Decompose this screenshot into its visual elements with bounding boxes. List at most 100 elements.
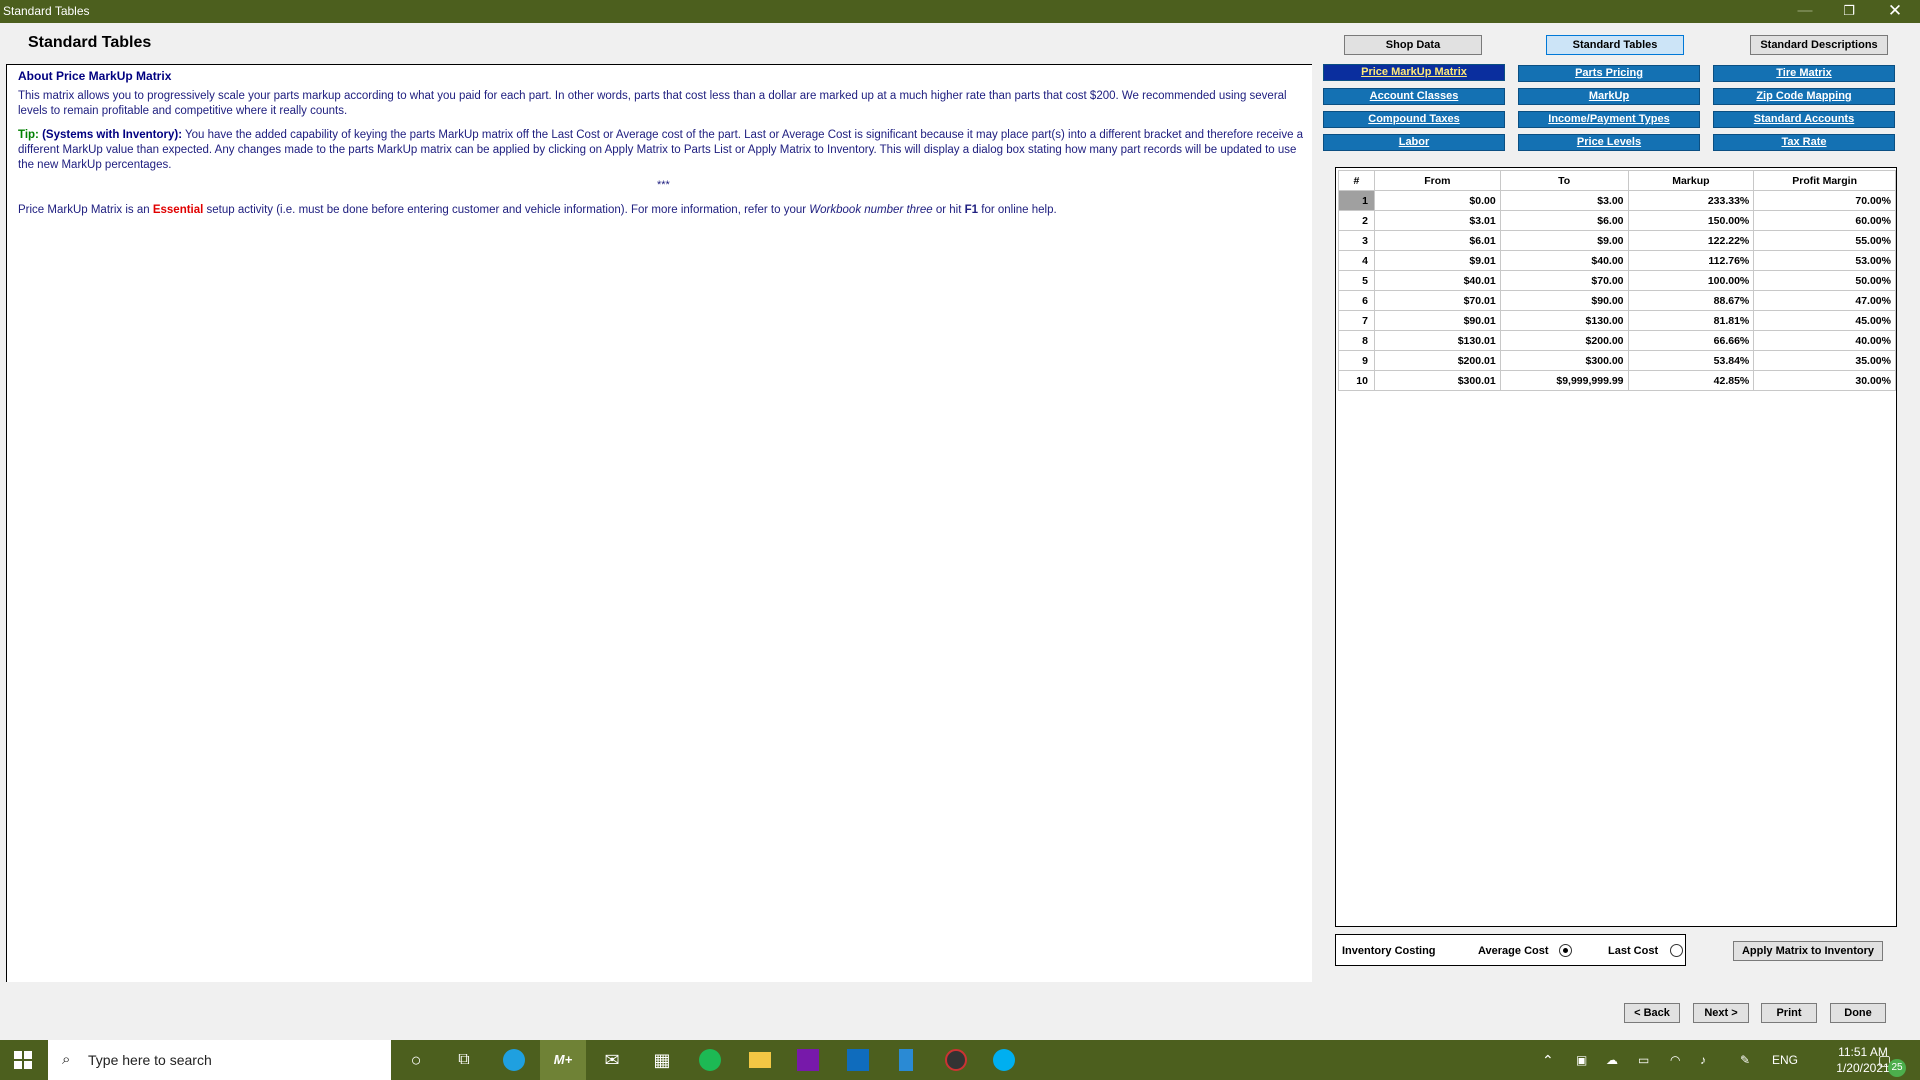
- back-button[interactable]: < Back: [1624, 1003, 1680, 1023]
- cell-markup[interactable]: 53.84%: [1627, 350, 1755, 371]
- speedometer-app-icon[interactable]: [936, 1040, 976, 1080]
- module-price-levels[interactable]: Price Levels: [1518, 134, 1700, 151]
- next-button[interactable]: Next >: [1693, 1003, 1749, 1023]
- table-row[interactable]: 3 $6.01 $9.00 122.22% 55.00%: [1338, 230, 1896, 251]
- cell-markup[interactable]: 122.22%: [1627, 230, 1755, 251]
- cell-profit-margin[interactable]: 40.00%: [1753, 330, 1896, 351]
- cell-profit-margin[interactable]: 47.00%: [1753, 290, 1896, 311]
- module-tax-rate[interactable]: Tax Rate: [1713, 134, 1895, 151]
- cell-from[interactable]: $70.01: [1373, 290, 1501, 311]
- row-number[interactable]: 4: [1338, 250, 1375, 271]
- cell-to[interactable]: $9.00: [1499, 230, 1629, 251]
- row-number[interactable]: 10: [1338, 370, 1375, 391]
- table-row[interactable]: 1 $0.00 $3.00 233.33% 70.00%: [1338, 190, 1896, 211]
- cell-from[interactable]: $3.01: [1373, 210, 1501, 231]
- minimize-button[interactable]: —: [1782, 0, 1828, 23]
- cell-markup[interactable]: 233.33%: [1627, 190, 1755, 211]
- cell-profit-margin[interactable]: 50.00%: [1753, 270, 1896, 291]
- table-row[interactable]: 5 $40.01 $70.00 100.00% 50.00%: [1338, 270, 1896, 291]
- cell-from[interactable]: $300.01: [1373, 370, 1501, 391]
- restore-button[interactable]: ❐: [1826, 0, 1872, 23]
- cell-markup[interactable]: 81.81%: [1627, 310, 1755, 331]
- mitchell-app-icon[interactable]: M+: [540, 1040, 586, 1080]
- cell-to[interactable]: $300.00: [1499, 350, 1629, 371]
- cell-profit-margin[interactable]: 30.00%: [1753, 370, 1896, 391]
- cell-from[interactable]: $6.01: [1373, 230, 1501, 251]
- onedrive-icon[interactable]: ☁: [1606, 1040, 1618, 1080]
- task-view-icon[interactable]: ⧉: [444, 1040, 484, 1080]
- cell-markup[interactable]: 150.00%: [1627, 210, 1755, 231]
- row-number[interactable]: 7: [1338, 310, 1375, 331]
- table-row[interactable]: 7 $90.01 $130.00 81.81% 45.00%: [1338, 310, 1896, 331]
- meet-now-icon[interactable]: ▣: [1576, 1040, 1587, 1080]
- module-compound-taxes[interactable]: Compound Taxes: [1323, 111, 1505, 128]
- table-row[interactable]: 2 $3.01 $6.00 150.00% 60.00%: [1338, 210, 1896, 231]
- cortana-icon[interactable]: ○: [396, 1040, 436, 1080]
- cell-to[interactable]: $6.00: [1499, 210, 1629, 231]
- table-row[interactable]: 6 $70.01 $90.00 88.67% 47.00%: [1338, 290, 1896, 311]
- cell-from[interactable]: $90.01: [1373, 310, 1501, 331]
- module-income-payment-types[interactable]: Income/Payment Types: [1518, 111, 1700, 128]
- table-row[interactable]: 9 $200.01 $300.00 53.84% 35.00%: [1338, 350, 1896, 371]
- cell-profit-margin[interactable]: 60.00%: [1753, 210, 1896, 231]
- taskbar-search-box[interactable]: ⌕ Type here to search: [48, 1040, 391, 1080]
- cell-from[interactable]: $0.00: [1373, 190, 1501, 211]
- cell-to[interactable]: $9,999,999.99: [1499, 370, 1629, 391]
- cell-to[interactable]: $40.00: [1499, 250, 1629, 271]
- volume-icon[interactable]: ♪: [1700, 1040, 1706, 1080]
- module-parts-pricing[interactable]: Parts Pricing: [1518, 65, 1700, 82]
- done-button[interactable]: Done: [1830, 1003, 1886, 1023]
- table-row[interactable]: 10 $300.01 $9,999,999.99 42.85% 30.00%: [1338, 370, 1896, 391]
- average-cost-radio[interactable]: [1559, 944, 1572, 957]
- cell-to[interactable]: $200.00: [1499, 330, 1629, 351]
- chevron-up-icon[interactable]: ⌃: [1542, 1040, 1554, 1080]
- module-price-markup-matrix[interactable]: Price MarkUp Matrix: [1323, 64, 1505, 81]
- cell-profit-margin[interactable]: 53.00%: [1753, 250, 1896, 271]
- cell-markup[interactable]: 66.66%: [1627, 330, 1755, 351]
- edge-icon[interactable]: [494, 1040, 534, 1080]
- module-standard-accounts[interactable]: Standard Accounts: [1713, 111, 1895, 128]
- cell-from[interactable]: $40.01: [1373, 270, 1501, 291]
- print-button[interactable]: Print: [1761, 1003, 1817, 1023]
- skype-icon[interactable]: [984, 1040, 1024, 1080]
- cell-to[interactable]: $90.00: [1499, 290, 1629, 311]
- mail-icon[interactable]: ✉: [592, 1040, 632, 1080]
- apply-matrix-button[interactable]: Apply Matrix to Inventory: [1733, 941, 1883, 961]
- cell-profit-margin[interactable]: 70.00%: [1753, 190, 1896, 211]
- notification-icon[interactable]: ▢: [1878, 1040, 1891, 1080]
- module-zip-code-mapping[interactable]: Zip Code Mapping: [1713, 88, 1895, 105]
- store-icon[interactable]: ▦: [642, 1040, 682, 1080]
- start-button[interactable]: [0, 1040, 46, 1080]
- row-number[interactable]: 3: [1338, 230, 1375, 251]
- cell-to[interactable]: $70.00: [1499, 270, 1629, 291]
- language-indicator[interactable]: ENG: [1772, 1040, 1798, 1080]
- outlook-icon[interactable]: [838, 1040, 878, 1080]
- cell-markup[interactable]: 112.76%: [1627, 250, 1755, 271]
- close-button[interactable]: ✕: [1872, 0, 1918, 23]
- battery-icon[interactable]: ▭: [1638, 1040, 1649, 1080]
- document-app-icon[interactable]: [886, 1040, 926, 1080]
- cell-markup[interactable]: 88.67%: [1627, 290, 1755, 311]
- pen-icon[interactable]: ✎: [1740, 1040, 1750, 1080]
- cell-markup[interactable]: 100.00%: [1627, 270, 1755, 291]
- table-row[interactable]: 4 $9.01 $40.00 112.76% 53.00%: [1338, 250, 1896, 271]
- row-number[interactable]: 8: [1338, 330, 1375, 351]
- module-labor[interactable]: Labor: [1323, 134, 1505, 151]
- cell-from[interactable]: $9.01: [1373, 250, 1501, 271]
- cell-profit-margin[interactable]: 45.00%: [1753, 310, 1896, 331]
- wifi-icon[interactable]: ◠: [1670, 1040, 1680, 1080]
- row-number[interactable]: 5: [1338, 270, 1375, 291]
- file-explorer-icon[interactable]: [740, 1040, 780, 1080]
- spotify-icon[interactable]: [690, 1040, 730, 1080]
- row-number[interactable]: 9: [1338, 350, 1375, 371]
- row-number[interactable]: 1: [1338, 190, 1375, 211]
- cell-profit-margin[interactable]: 55.00%: [1753, 230, 1896, 251]
- module-tire-matrix[interactable]: Tire Matrix: [1713, 65, 1895, 82]
- tab-standard-tables[interactable]: Standard Tables: [1546, 35, 1684, 55]
- cell-markup[interactable]: 42.85%: [1627, 370, 1755, 391]
- table-row[interactable]: 8 $130.01 $200.00 66.66% 40.00%: [1338, 330, 1896, 351]
- cell-from[interactable]: $130.01: [1373, 330, 1501, 351]
- last-cost-radio[interactable]: [1670, 944, 1683, 957]
- row-number[interactable]: 6: [1338, 290, 1375, 311]
- cell-from[interactable]: $200.01: [1373, 350, 1501, 371]
